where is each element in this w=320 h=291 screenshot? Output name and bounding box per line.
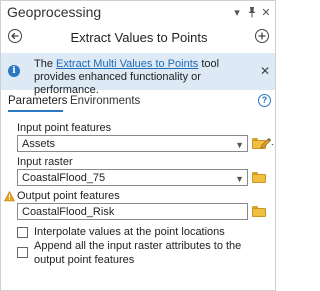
input-raster-label: Input raster	[17, 156, 73, 168]
tab-environments[interactable]: Environments	[70, 95, 140, 107]
append-attributes-label: Append all the input raster attributes t…	[34, 240, 242, 266]
input-point-features-label: Input point features	[17, 122, 112, 134]
pane-options-icon[interactable]: ▾	[231, 6, 243, 20]
input-point-features-dropdown[interactable]: Assets ▼	[17, 135, 248, 152]
info-close-icon[interactable]: ✕	[260, 65, 270, 77]
geoprocessing-pane: Geoprocessing ▾ ✕ Extract Values to Poin…	[0, 0, 276, 291]
close-icon[interactable]: ✕	[260, 6, 272, 20]
create-features-pencil-icon[interactable]	[260, 136, 274, 152]
interpolate-values-label: Interpolate values at the point location…	[34, 226, 225, 238]
pin-icon[interactable]	[246, 6, 258, 20]
append-attributes-checkbox[interactable]	[17, 247, 28, 258]
back-arrow-icon	[11, 32, 19, 40]
chevron-down-icon: ▼	[235, 174, 244, 184]
output-point-features-input[interactable]: CoastalFlood_Risk	[17, 203, 248, 220]
add-button[interactable]	[255, 29, 269, 43]
info-prefix: The	[34, 58, 57, 70]
warning-icon	[4, 191, 15, 202]
browse-folder-icon[interactable]	[252, 206, 266, 217]
tool-title: Extract Values to Points	[70, 30, 208, 45]
input-point-features-value: Assets	[22, 138, 56, 150]
interpolate-values-checkbox[interactable]	[17, 227, 28, 238]
info-message: The Extract Multi Values to Points tool …	[34, 58, 262, 97]
pane-title-bar: Geoprocessing ▾ ✕	[1, 1, 275, 25]
input-raster-value: CoastalFlood_75	[22, 172, 106, 184]
back-button[interactable]	[8, 29, 22, 43]
info-banner: i The Extract Multi Values to Points too…	[1, 53, 275, 96]
help-icon[interactable]: ?	[258, 94, 271, 107]
active-tab-indicator	[8, 110, 63, 112]
extract-multi-values-link[interactable]: Extract Multi Values to Points	[56, 58, 198, 70]
info-icon: i	[8, 65, 20, 77]
add-icon	[258, 32, 266, 40]
chevron-down-icon: ▼	[235, 140, 244, 150]
output-point-features-label: Output point features	[17, 190, 120, 202]
browse-folder-icon[interactable]	[252, 172, 266, 183]
tab-parameters[interactable]: Parameters	[8, 95, 67, 107]
output-point-features-value: CoastalFlood_Risk	[22, 206, 115, 218]
pane-title: Geoprocessing	[7, 4, 102, 20]
input-raster-dropdown[interactable]: CoastalFlood_75 ▼	[17, 169, 248, 186]
